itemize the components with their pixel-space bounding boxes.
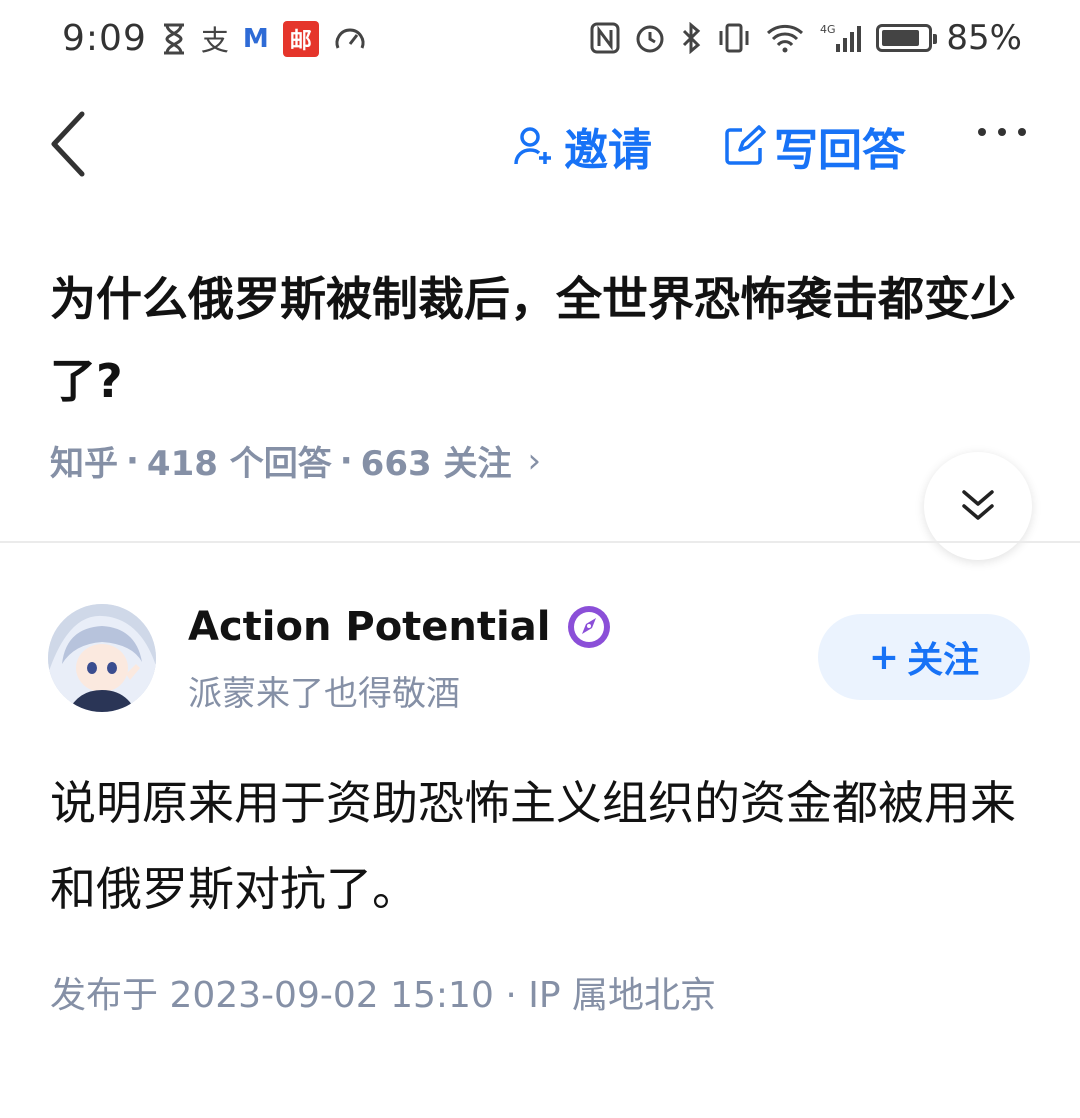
write-answer-button[interactable]: 写回答 xyxy=(722,114,906,178)
mail-app-icon: 邮 xyxy=(282,20,319,57)
meta-separator: · xyxy=(126,440,139,481)
status-time: 9:09 xyxy=(62,18,147,59)
edit-icon xyxy=(725,125,766,165)
avatar-image xyxy=(48,604,156,712)
status-bar-right: 4G 85% xyxy=(590,18,1022,58)
question-title[interactable]: 为什么俄罗斯被制裁后，全世界恐怖袭击都变少了? xyxy=(50,258,1040,422)
answer-content[interactable]: 说明原来用于资助恐怖主义组织的资金都被用来和俄罗斯对抗了。 xyxy=(50,760,1040,932)
write-answer-label: 写回答 xyxy=(774,125,906,176)
chevron-left-icon xyxy=(51,111,85,177)
battery-percentage: 85% xyxy=(946,18,1022,58)
nfc-icon xyxy=(590,18,620,58)
battery-icon xyxy=(876,24,938,52)
author-name[interactable]: Action Potential xyxy=(188,604,612,650)
alipay-icon: 支 xyxy=(200,23,229,57)
vibrate-icon xyxy=(716,18,752,58)
follow-button[interactable]: + 关注 xyxy=(818,614,1030,700)
answers-count: 418 个回答 xyxy=(146,444,332,484)
alarm-icon xyxy=(634,18,666,58)
answer-meta: 发布于 2023-09-02 15:10 · IP 属地北京 xyxy=(50,966,716,1018)
invite-label: 邀请 xyxy=(564,125,652,176)
chevron-right-icon: › xyxy=(527,440,542,481)
hourglass-icon xyxy=(161,19,187,59)
top-nav: 邀请 写回答 xyxy=(0,100,1080,190)
signal-4g-icon: 4G xyxy=(818,18,862,58)
expand-button[interactable] xyxy=(924,452,1032,560)
author-name-text: Action Potential xyxy=(188,604,551,650)
avatar[interactable] xyxy=(48,604,156,712)
meta-separator: · xyxy=(339,440,353,481)
meta-separator: · xyxy=(505,975,517,1016)
plus-icon: + xyxy=(868,636,900,678)
status-bar-left: 9:09 支 M 邮 xyxy=(62,18,367,59)
more-options-icon[interactable] xyxy=(978,128,1026,136)
question-source: 知乎 xyxy=(50,444,118,484)
publish-time: 发布于 2023-09-02 15:10 xyxy=(50,975,494,1016)
invite-user-icon xyxy=(514,127,551,165)
question-meta[interactable]: 知乎 · 418 个回答 · 663 关注 › xyxy=(50,436,541,485)
author-bio: 派蒙来了也得敬酒 xyxy=(188,674,460,714)
network-label: 4G xyxy=(820,23,836,36)
wifi-icon xyxy=(766,18,804,58)
bluetooth-icon xyxy=(680,18,702,58)
ip-location: IP 属地北京 xyxy=(528,975,716,1016)
invite-button[interactable]: 邀请 xyxy=(512,114,652,178)
back-button[interactable] xyxy=(44,108,94,178)
double-chevron-down-icon xyxy=(962,490,994,520)
verified-badge-icon xyxy=(568,606,611,648)
followers-count: 663 关注 xyxy=(360,444,512,484)
follow-label: 关注 xyxy=(907,640,980,681)
status-bar: 9:09 支 M 邮 4G 85% xyxy=(0,0,1080,80)
speedometer-icon xyxy=(333,19,367,59)
gmail-icon: M xyxy=(242,23,269,54)
divider xyxy=(0,541,1080,543)
